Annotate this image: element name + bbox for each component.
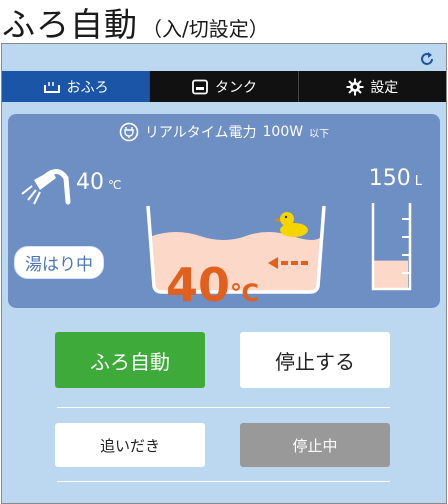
power-indicator: リアルタイム電力 100W 以下 bbox=[8, 122, 440, 142]
divider bbox=[57, 407, 390, 408]
bath-temp-unit: ℃ bbox=[230, 279, 260, 307]
reheat-stopped-button[interactable]: 停止中 bbox=[240, 423, 390, 467]
title-subtitle: （入/切設定） bbox=[142, 17, 269, 41]
status-panel: リアルタイム電力 100W 以下 40 ℃ 150 L 湯はり中 40℃ bbox=[8, 114, 440, 308]
shower-icon bbox=[21, 169, 71, 205]
tab-bath[interactable]: おふろ bbox=[2, 71, 150, 102]
tab-tank-label: タンク bbox=[214, 79, 257, 96]
shower-temp-unit: ℃ bbox=[108, 178, 122, 192]
tab-bath-label: おふろ bbox=[66, 79, 109, 96]
volume-unit: L bbox=[414, 174, 422, 189]
bath-temp: 40℃ bbox=[166, 262, 259, 308]
title-main: ふろ自動 bbox=[2, 5, 138, 44]
bath-icon bbox=[43, 81, 60, 93]
page-title: ふろ自動 （入/切設定） bbox=[2, 0, 269, 44]
tab-bar: おふろ タンク 設定 bbox=[2, 71, 446, 102]
status-badge: 湯はり中 bbox=[14, 246, 104, 279]
bath-temp-value: 40 bbox=[166, 258, 231, 312]
power-label: リアルタイム電力 bbox=[144, 125, 257, 141]
hot-water-volume: 150 L bbox=[369, 166, 422, 191]
bath-auto-button[interactable]: ふろ自動 bbox=[55, 332, 205, 388]
refresh-icon[interactable] bbox=[418, 50, 436, 68]
shower-temp: 40 ℃ bbox=[76, 170, 121, 195]
plug-icon bbox=[119, 122, 139, 142]
power-suffix: 以下 bbox=[309, 128, 330, 140]
tank-level-gauge bbox=[371, 203, 412, 291]
divider bbox=[57, 481, 390, 482]
tab-settings-label: 設定 bbox=[370, 79, 399, 96]
tab-tank[interactable]: タンク bbox=[149, 71, 298, 102]
gear-icon bbox=[346, 78, 364, 95]
reheat-button[interactable]: 追いだき bbox=[55, 423, 205, 467]
main-panel: おふろ タンク 設定 リアルタイム電力 100W 以下 40 ℃ 150 L 湯… bbox=[1, 43, 447, 504]
tab-settings[interactable]: 設定 bbox=[297, 71, 446, 102]
tank-level-fill bbox=[374, 260, 408, 289]
tank-icon bbox=[192, 79, 208, 94]
volume-value: 150 bbox=[368, 166, 411, 191]
power-value: 100W bbox=[262, 124, 304, 140]
shower-temp-value: 40 bbox=[76, 170, 104, 195]
stop-button[interactable]: 停止する bbox=[240, 332, 390, 388]
